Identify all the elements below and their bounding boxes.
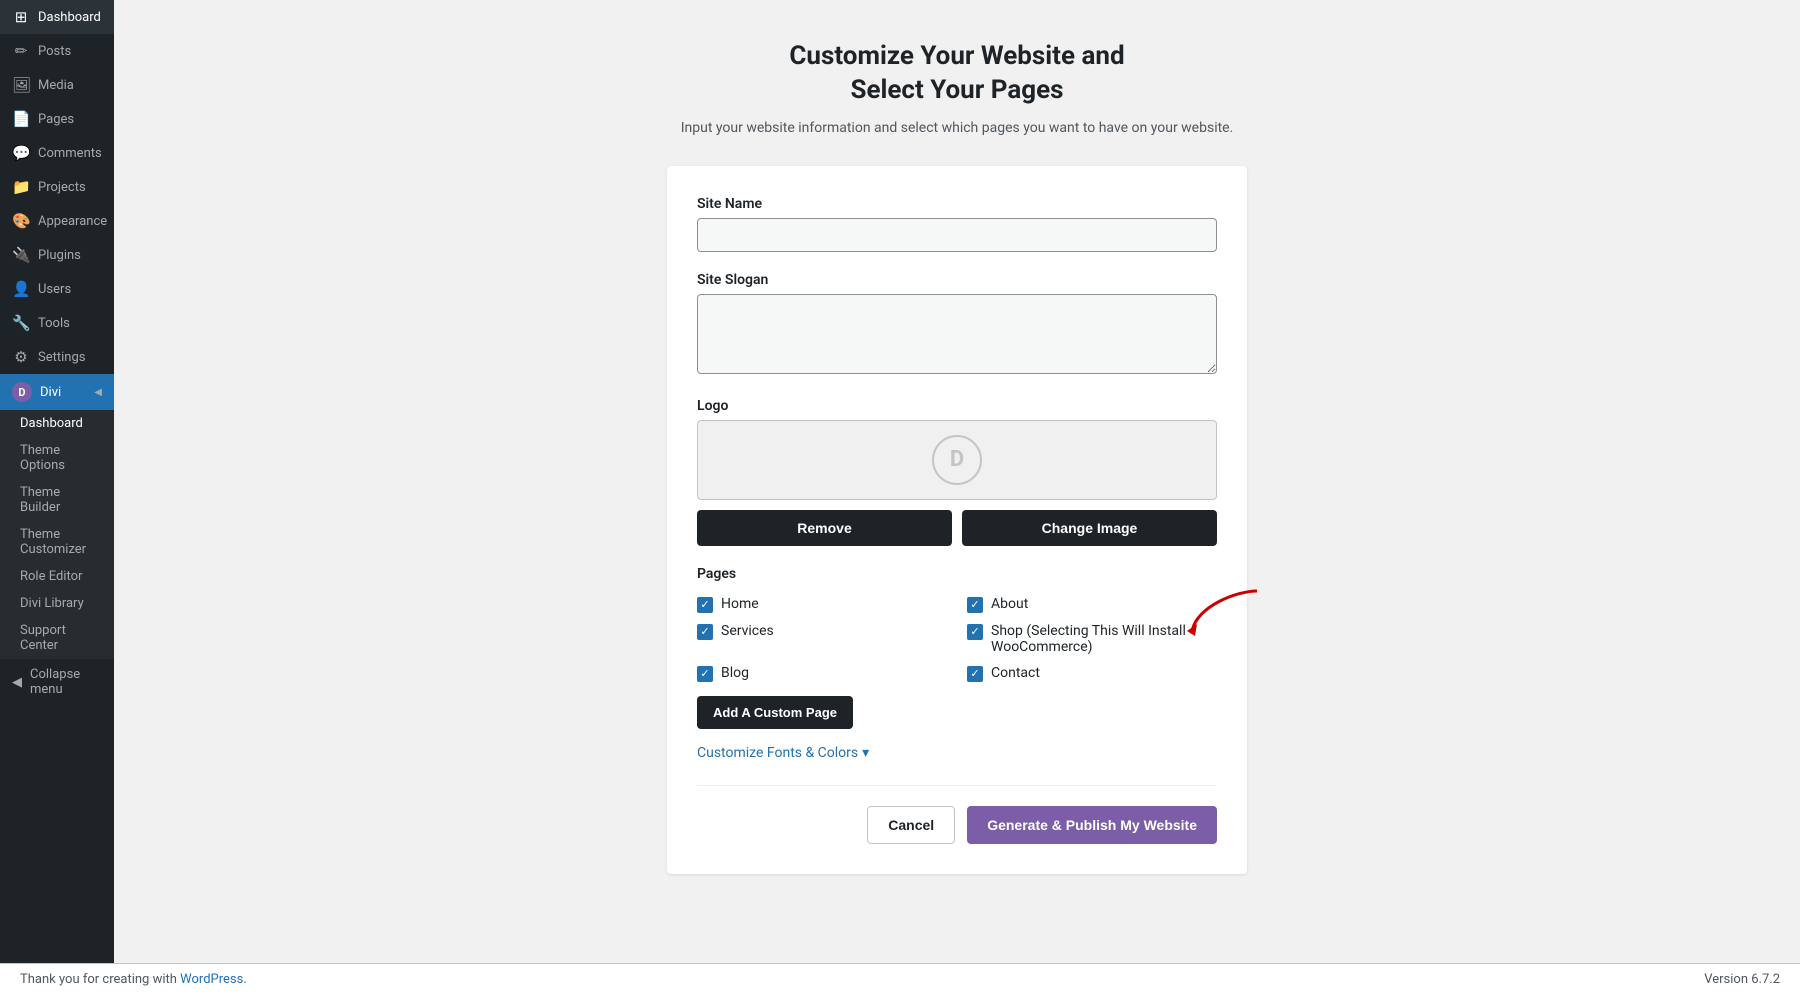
page-item-about: About bbox=[967, 596, 1217, 613]
add-custom-page-button[interactable]: Add A Custom Page bbox=[697, 696, 853, 729]
wordpress-link[interactable]: WordPress. bbox=[180, 972, 247, 987]
publish-button[interactable]: Generate & Publish My Website bbox=[967, 806, 1217, 844]
sidebar-item-projects[interactable]: 📁 Projects bbox=[0, 170, 114, 204]
divi-submenu-theme-options[interactable]: Theme Options bbox=[0, 437, 114, 479]
divi-menu-header[interactable]: D Divi ◀ bbox=[0, 374, 114, 410]
footer-text: Thank you for creating with WordPress. bbox=[20, 972, 247, 987]
posts-icon: ✏ bbox=[12, 42, 30, 60]
site-slogan-input[interactable] bbox=[697, 294, 1217, 374]
pages-section-label: Pages bbox=[697, 566, 1217, 582]
page-checkbox-shop[interactable] bbox=[967, 624, 983, 640]
divi-submenu-support-center[interactable]: Support Center bbox=[0, 617, 114, 659]
version-text: Version 6.7.2 bbox=[1704, 972, 1780, 987]
page-label-home: Home bbox=[721, 596, 759, 612]
divi-subnav: Dashboard Theme Options Theme Builder Th… bbox=[0, 410, 114, 659]
about-arrow-annotation bbox=[1187, 586, 1267, 636]
plugins-icon: 🔌 bbox=[12, 246, 30, 264]
divi-submenu-divi-library[interactable]: Divi Library bbox=[0, 590, 114, 617]
logo-upload-area[interactable]: D bbox=[697, 420, 1217, 500]
page-item-shop: Shop (Selecting This Will Install WooCom… bbox=[967, 623, 1217, 655]
page-title: Customize Your Website and Select Your P… bbox=[789, 40, 1124, 108]
site-slogan-label: Site Slogan bbox=[697, 272, 1217, 288]
dashboard-icon: ⊞ bbox=[12, 8, 30, 26]
sidebar-item-tools[interactable]: 🔧 Tools bbox=[0, 306, 114, 340]
collapse-icon: ◀ bbox=[12, 675, 22, 690]
divi-section: D Divi ◀ Dashboard Theme Options Theme B… bbox=[0, 374, 114, 659]
sidebar-item-comments[interactable]: 💬 Comments bbox=[0, 136, 114, 170]
sidebar-item-settings[interactable]: ⚙ Settings bbox=[0, 340, 114, 374]
divi-submenu-theme-builder[interactable]: Theme Builder bbox=[0, 479, 114, 521]
page-label-about: About bbox=[991, 596, 1028, 612]
cancel-button[interactable]: Cancel bbox=[867, 806, 955, 844]
logo-buttons: Remove Change Image bbox=[697, 510, 1217, 546]
sidebar-item-plugins[interactable]: 🔌 Plugins bbox=[0, 238, 114, 272]
page-label-shop: Shop (Selecting This Will Install WooCom… bbox=[991, 623, 1217, 655]
sidebar-item-dashboard[interactable]: ⊞ Dashboard bbox=[0, 0, 114, 34]
divi-logo-icon: D bbox=[12, 382, 32, 402]
page-checkbox-blog[interactable] bbox=[697, 666, 713, 682]
page-checkbox-home[interactable] bbox=[697, 597, 713, 613]
projects-icon: 📁 bbox=[12, 178, 30, 196]
sidebar-item-users[interactable]: 👤 Users bbox=[0, 272, 114, 306]
collapse-menu-button[interactable]: ◀ Collapse menu bbox=[0, 659, 114, 705]
customize-link[interactable]: Customize Fonts & Colors ▾ bbox=[697, 745, 1217, 761]
page-label-contact: Contact bbox=[991, 665, 1040, 681]
page-checkbox-about[interactable] bbox=[967, 597, 983, 613]
pages-grid: Home About Services bbox=[697, 596, 1217, 682]
site-name-group: Site Name bbox=[697, 196, 1217, 252]
site-name-input[interactable] bbox=[697, 218, 1217, 252]
form-card: Site Name Site Slogan Logo D Remove Chan… bbox=[667, 166, 1247, 874]
site-slogan-group: Site Slogan bbox=[697, 272, 1217, 378]
page-item-home: Home bbox=[697, 596, 947, 613]
page-checkbox-contact[interactable] bbox=[967, 666, 983, 682]
change-image-button[interactable]: Change Image bbox=[962, 510, 1217, 546]
form-footer: Cancel Generate & Publish My Website bbox=[697, 785, 1217, 844]
users-icon: 👤 bbox=[12, 280, 30, 298]
pages-icon: 📄 bbox=[12, 110, 30, 128]
page-item-services: Services bbox=[697, 623, 947, 655]
tools-icon: 🔧 bbox=[12, 314, 30, 332]
logo-group: Logo D Remove Change Image bbox=[697, 398, 1217, 546]
divi-submenu-theme-customizer[interactable]: Theme Customizer bbox=[0, 521, 114, 563]
site-name-label: Site Name bbox=[697, 196, 1217, 212]
divi-submenu-role-editor[interactable]: Role Editor bbox=[0, 563, 114, 590]
sidebar: ⊞ Dashboard ✏ Posts 🖼 Media 📄 Pages 💬 Co… bbox=[0, 0, 114, 995]
page-checkbox-services[interactable] bbox=[697, 624, 713, 640]
media-icon: 🖼 bbox=[12, 76, 30, 94]
logo-label: Logo bbox=[697, 398, 1217, 414]
page-item-contact: Contact bbox=[967, 665, 1217, 682]
appearance-icon: 🎨 bbox=[12, 212, 30, 230]
remove-logo-button[interactable]: Remove bbox=[697, 510, 952, 546]
page-label-services: Services bbox=[721, 623, 774, 639]
customize-fonts-colors-link[interactable]: Customize Fonts & Colors ▾ bbox=[697, 745, 1217, 761]
sidebar-item-posts[interactable]: ✏ Posts bbox=[0, 34, 114, 68]
settings-icon: ⚙ bbox=[12, 348, 30, 366]
page-item-blog: Blog bbox=[697, 665, 947, 682]
pages-group: Pages Home About bbox=[697, 566, 1217, 761]
sidebar-item-appearance[interactable]: 🎨 Appearance bbox=[0, 204, 114, 238]
sidebar-item-media[interactable]: 🖼 Media bbox=[0, 68, 114, 102]
logo-placeholder-icon: D bbox=[932, 435, 982, 485]
sidebar-item-pages[interactable]: 📄 Pages bbox=[0, 102, 114, 136]
main-content: Customize Your Website and Select Your P… bbox=[114, 0, 1800, 995]
divi-submenu-dashboard[interactable]: Dashboard bbox=[0, 410, 114, 437]
divi-arrow-icon: ◀ bbox=[94, 387, 102, 398]
page-subtitle: Input your website information and selec… bbox=[681, 120, 1234, 136]
page-label-blog: Blog bbox=[721, 665, 749, 681]
footer-bar: Thank you for creating with WordPress. V… bbox=[0, 963, 1800, 995]
comments-icon: 💬 bbox=[12, 144, 30, 162]
